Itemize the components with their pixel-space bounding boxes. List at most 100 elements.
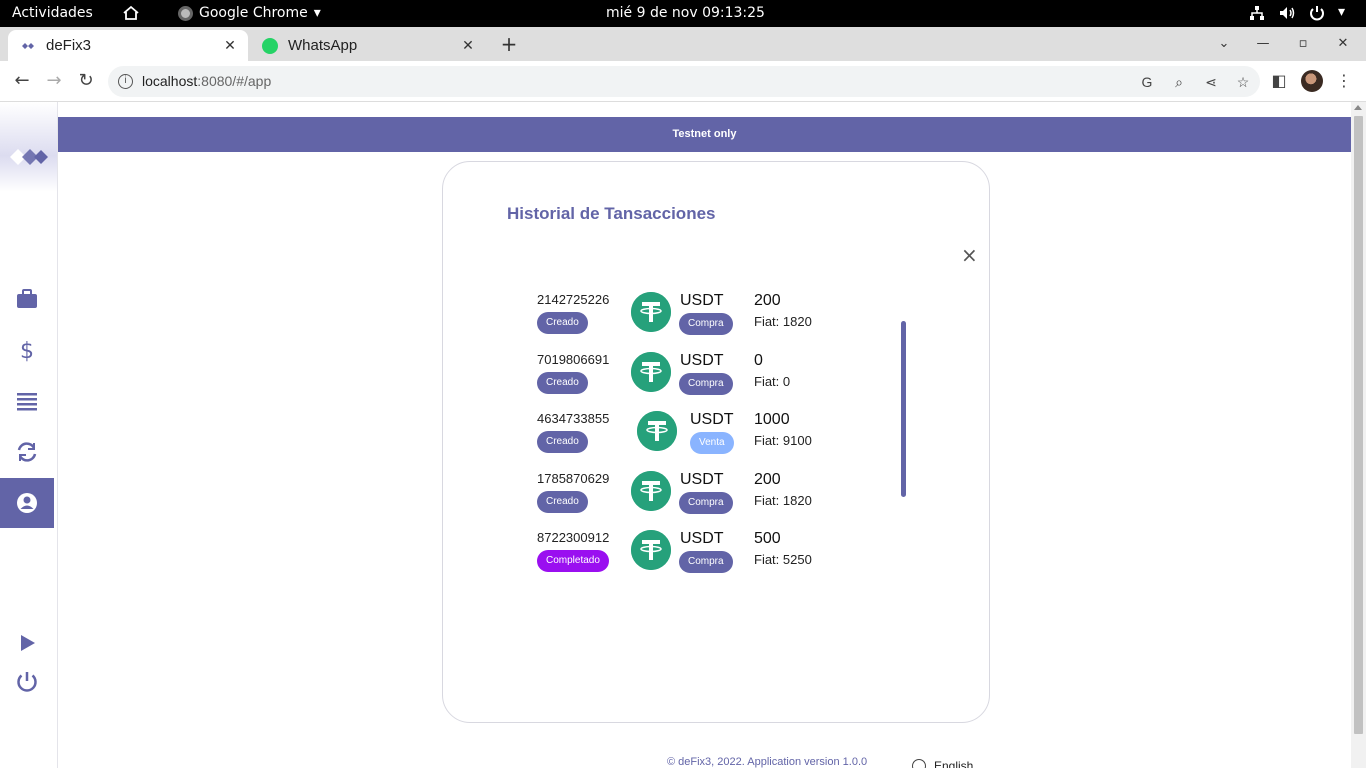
home-icon[interactable] xyxy=(122,4,140,22)
side-badge: Venta xyxy=(690,432,734,454)
tether-icon xyxy=(631,530,671,570)
clock[interactable]: mié 9 de nov 09:13:25 xyxy=(606,5,765,21)
list-icon xyxy=(17,393,37,411)
status-badge: Completado xyxy=(537,550,609,572)
tab-search-icon[interactable]: ⌄ xyxy=(1213,33,1235,55)
whatsapp-icon xyxy=(262,37,278,54)
transaction-id: 7019806691 xyxy=(537,352,610,367)
sidebar-item-logout[interactable] xyxy=(0,657,54,707)
tab-whatsapp[interactable]: WhatsApp ✕ xyxy=(250,30,486,61)
amount: 500 xyxy=(754,530,781,547)
status-badge: Creado xyxy=(537,312,588,334)
sidebar-item-wallet[interactable] xyxy=(0,274,54,324)
play-icon xyxy=(21,635,35,651)
profile-avatar[interactable] xyxy=(1301,70,1323,92)
sidebar-item-account[interactable] xyxy=(0,478,54,528)
translate-icon[interactable]: G xyxy=(1138,73,1156,91)
side-badge: Compra xyxy=(679,373,733,395)
svg-text:$: $ xyxy=(20,339,34,362)
network-icon xyxy=(1248,4,1266,22)
caret-down-icon: ▾ xyxy=(1338,4,1346,20)
back-icon[interactable]: ← xyxy=(11,70,33,92)
transaction-row[interactable]: 8722300912 Completado USDT Compra 500 Fiat: 5… xyxy=(537,530,837,586)
transaction-id: 1785870629 xyxy=(537,471,610,486)
sidebar: $ xyxy=(0,102,58,768)
transaction-id: 4634733855 xyxy=(537,411,610,426)
coin-symbol: USDT xyxy=(690,411,734,428)
maximize-button[interactable]: ▫ xyxy=(1292,33,1314,55)
amount: 200 xyxy=(754,471,781,488)
bookmark-star-icon[interactable]: ☆ xyxy=(1234,73,1252,91)
transaction-id: 2142725226 xyxy=(537,292,610,307)
coin-symbol: USDT xyxy=(680,352,724,369)
coin-symbol: USDT xyxy=(680,292,724,309)
transaction-row[interactable]: 1785870629 Creado USDT Compra 200 Fiat: 1820 xyxy=(537,471,837,527)
share-icon[interactable]: ⋖ xyxy=(1202,73,1220,91)
language-label: English xyxy=(934,759,974,768)
defix-logo-icon[interactable] xyxy=(8,146,50,168)
more-menu-icon[interactable]: ⋮ xyxy=(1333,70,1355,92)
os-top-bar: Actividades Google Chrome ▾ mié 9 de nov… xyxy=(0,0,1366,27)
scroll-up-icon[interactable] xyxy=(1354,105,1362,110)
transaction-id: 8722300912 xyxy=(537,530,610,545)
transaction-row[interactable]: 2142725226 Creado USDT Compra 200 Fiat: 1820 xyxy=(537,292,837,348)
fiat-amount: Fiat: 9100 xyxy=(754,433,812,448)
caret-down-icon: ▾ xyxy=(313,5,321,21)
zoom-icon[interactable]: ⌕ xyxy=(1170,73,1188,91)
transaction-row[interactable]: 4634733855 Creado USDT Venta 1000 Fiat: 9100 xyxy=(537,411,837,467)
side-badge: Compra xyxy=(679,313,733,335)
status-badge: Creado xyxy=(537,491,588,513)
minimize-button[interactable]: — xyxy=(1252,33,1274,55)
fiat-amount: Fiat: 1820 xyxy=(754,493,812,508)
close-tab-icon[interactable]: ✕ xyxy=(458,36,478,56)
page-scrollbar[interactable] xyxy=(1351,102,1366,768)
status-badge: Creado xyxy=(537,431,588,453)
close-tab-icon[interactable]: ✕ xyxy=(220,36,240,56)
testnet-banner: Testnet only xyxy=(58,117,1351,152)
list-scrollbar[interactable] xyxy=(901,321,906,497)
dialog-title: Historial de Tansacciones xyxy=(507,204,716,223)
dollar-icon: $ xyxy=(20,339,34,362)
app-page: $ Testnet only Historial de Tansacciones… xyxy=(0,102,1366,768)
sidebar-item-buy[interactable]: $ xyxy=(0,325,54,375)
tab-title: deFix3 xyxy=(46,37,92,54)
power-menu-icon xyxy=(1308,4,1326,22)
footer-text: © deFix3, 2022. Application version 1.0.… xyxy=(667,756,868,768)
url-text[interactable]: localhost:8080/#/app xyxy=(142,73,271,89)
sidebar-item-list[interactable] xyxy=(0,376,54,426)
coin-symbol: USDT xyxy=(680,530,724,547)
defix-logo-icon xyxy=(20,38,36,54)
language-selector[interactable]: English xyxy=(912,759,973,768)
close-window-button[interactable]: ✕ xyxy=(1332,33,1354,55)
fiat-amount: Fiat: 0 xyxy=(754,374,791,389)
volume-icon xyxy=(1278,4,1296,22)
tether-icon xyxy=(637,411,677,451)
app-name: Google Chrome xyxy=(199,5,308,21)
app-menu[interactable]: Google Chrome ▾ xyxy=(178,5,321,21)
system-tray[interactable]: ▾ xyxy=(1248,4,1356,22)
amount: 200 xyxy=(754,292,781,309)
side-badge: Compra xyxy=(679,551,733,573)
amount: 1000 xyxy=(754,411,790,428)
coin-symbol: USDT xyxy=(680,471,724,488)
power-icon xyxy=(17,672,37,692)
scrollbar-thumb[interactable] xyxy=(1354,116,1363,734)
url-host: localhost xyxy=(142,73,198,89)
close-icon[interactable]: × xyxy=(961,245,978,265)
status-badge: Creado xyxy=(537,372,588,394)
reload-icon[interactable]: ↻ xyxy=(75,70,97,92)
transaction-row[interactable]: 7019806691 Creado USDT Compra 0 Fiat: 0 xyxy=(537,352,837,408)
browser-toolbar: ← → ↻ i localhost:8080/#/app G ⌕ ⋖ ☆ ◧ ⋮ xyxy=(0,61,1366,102)
chrome-icon xyxy=(178,5,193,21)
amount: 0 xyxy=(754,352,763,369)
address-bar[interactable]: i localhost:8080/#/app G ⌕ ⋖ ☆ xyxy=(108,66,1260,97)
globe-icon xyxy=(912,759,926,768)
sidebar-item-swap[interactable] xyxy=(0,427,54,477)
site-info-icon[interactable]: i xyxy=(118,74,133,89)
tab-defix3[interactable]: deFix3 ✕ xyxy=(8,30,248,61)
new-tab-button[interactable]: + xyxy=(498,33,520,55)
activities-button[interactable]: Actividades xyxy=(12,5,93,21)
tab-title: WhatsApp xyxy=(288,37,358,54)
forward-icon[interactable]: → xyxy=(43,70,65,92)
side-panel-icon[interactable]: ◧ xyxy=(1268,70,1290,92)
